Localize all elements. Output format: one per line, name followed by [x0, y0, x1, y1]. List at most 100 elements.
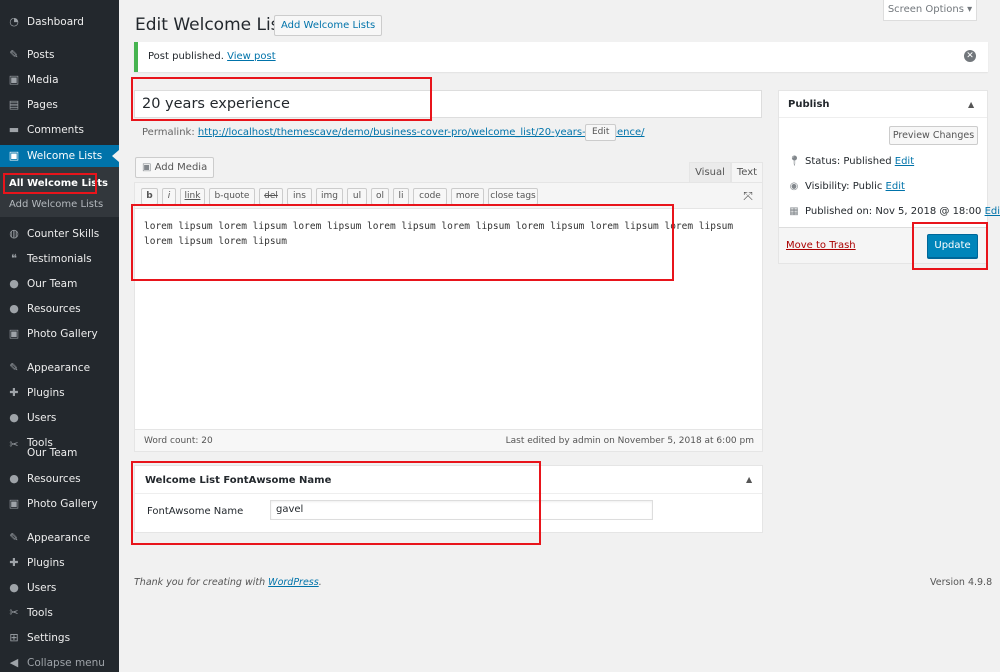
publish-actions: Move to Trash Update — [779, 227, 987, 263]
qt-more-button[interactable]: more — [451, 188, 484, 205]
appearance-icon: ✎ — [9, 531, 19, 544]
published-edit-link[interactable]: Edit — [985, 206, 1000, 217]
menu-users[interactable]: ● Users — [0, 407, 119, 429]
visibility-value: Public — [852, 181, 883, 192]
editor-content-textarea[interactable]: lorem lipsum lorem lipsum lorem lipsum l… — [144, 219, 754, 249]
visibility-row: ◉ Visibility: Public Edit — [788, 181, 905, 192]
status-edit-link[interactable]: Edit — [895, 156, 914, 167]
users-icon: ● — [9, 411, 19, 424]
add-media-label: Add Media — [154, 162, 208, 173]
our-team-label: Our Team — [27, 447, 78, 459]
tab-text[interactable]: Text — [731, 162, 763, 183]
move-to-trash-link[interactable]: Move to Trash — [786, 240, 856, 251]
pin-icon: 📍︎ — [788, 156, 801, 167]
resources-icon: ● — [9, 472, 19, 485]
menu-our-team[interactable]: ● Our Team — [0, 273, 119, 295]
publish-box: Publish ▲ Preview Changes 📍︎ Status: Publ… — [778, 90, 1000, 264]
menu-tools-overlap[interactable]: ✂ Tools Our Team — [0, 433, 119, 459]
fontawesome-name-input[interactable]: gavel — [270, 500, 653, 520]
submenu-add-welcome-lists[interactable]: Add Welcome Lists — [9, 199, 103, 210]
metabox-header[interactable]: Welcome List FontAwsome Name ▲ — [135, 466, 762, 494]
menu-dashboard[interactable]: ◔ Dashboard — [0, 11, 119, 33]
wordpress-link[interactable]: WordPress — [268, 577, 319, 588]
menu-posts[interactable]: ✎ Posts — [0, 44, 119, 66]
qt-img-button[interactable]: img — [316, 188, 343, 205]
users-icon: ● — [9, 581, 19, 594]
add-media-button[interactable]: ▣ Add Media — [135, 157, 215, 178]
qt-code-button[interactable]: code — [413, 188, 447, 205]
fontawesome-name-label: FontAwsome Name — [147, 506, 244, 517]
metabox-title: Welcome List FontAwsome Name — [145, 475, 332, 486]
media-icon: ▣ — [8, 73, 20, 86]
quote-icon: ❝ — [11, 252, 17, 265]
qt-bold-button[interactable]: b — [141, 188, 158, 205]
menu-pages[interactable]: ▤ Pages — [0, 94, 119, 116]
toggle-arrow-icon[interactable]: ▲ — [968, 100, 974, 109]
preview-changes-button[interactable]: Preview Changes — [889, 126, 978, 145]
status-value: Published — [843, 156, 892, 167]
menu-photo-gallery[interactable]: ▣ Photo Gallery — [0, 323, 119, 345]
menu-resources-2[interactable]: ● Resources — [0, 468, 119, 490]
collapse-icon: ◀ — [9, 656, 19, 669]
dismiss-icon[interactable]: ✕ — [964, 50, 976, 62]
pin-icon: ✎ — [9, 48, 19, 61]
qt-link-button[interactable]: link — [180, 188, 205, 205]
submenu-all-welcome-lists[interactable]: All Welcome Lists — [9, 178, 108, 189]
qt-close-tags-button[interactable]: close tags — [488, 188, 538, 205]
settings-icon: ⊞ — [9, 631, 19, 644]
comments-icon: ▬ — [8, 123, 20, 136]
last-edited: Last edited by admin on November 5, 2018… — [505, 436, 754, 446]
notice-text: Post published. — [148, 51, 224, 62]
update-button[interactable]: Update — [927, 234, 978, 258]
view-post-link[interactable]: View post — [227, 51, 276, 62]
publish-header[interactable]: Publish ▲ — [779, 91, 987, 118]
quicktags-toolbar: b i link b-quote del ins img ul ol li co… — [135, 183, 762, 209]
media-icon: ▣ — [142, 162, 152, 173]
add-welcome-list-button[interactable]: Add Welcome Lists — [274, 15, 383, 36]
tab-visual[interactable]: Visual — [689, 162, 731, 182]
qt-li-button[interactable]: li — [393, 188, 409, 205]
plugins-icon: ✚ — [9, 386, 19, 399]
menu-appearance-2[interactable]: ✎ Appearance — [0, 527, 119, 549]
editor-status-bar: Word count: 20 Last edited by admin on N… — [135, 429, 762, 451]
menu-appearance[interactable]: ✎ Appearance — [0, 357, 119, 379]
published-label: Published on: — [805, 206, 873, 217]
tools-icon: ✂ — [9, 606, 19, 619]
text-editor: b i link b-quote del ins img ul ol li co… — [134, 182, 763, 452]
qt-italic-button[interactable]: i — [162, 188, 176, 205]
fontawesome-metabox: Welcome List FontAwsome Name ▲ FontAwsom… — [134, 465, 763, 533]
menu-tools[interactable]: ✂ Tools — [0, 602, 119, 624]
dashboard-icon: ◔ — [9, 15, 19, 28]
menu-testimonials[interactable]: ❝ Testimonials — [0, 248, 119, 270]
page-title: Edit Welcome List — [135, 15, 287, 35]
menu-counter-skills[interactable]: ◍ Counter Skills — [0, 223, 119, 245]
menu-settings[interactable]: ⊞ Settings — [0, 627, 119, 649]
qt-ol-button[interactable]: ol — [371, 188, 389, 205]
menu-users-2[interactable]: ● Users — [0, 577, 119, 599]
qt-ul-button[interactable]: ul — [347, 188, 367, 205]
menu-resources[interactable]: ● Resources — [0, 298, 119, 320]
eye-icon: ◉ — [789, 181, 799, 192]
qt-ins-button[interactable]: ins — [287, 188, 312, 205]
footer-thanks-prefix: Thank you for creating with — [134, 577, 266, 588]
permalink-url[interactable]: http://localhost/themescave/demo/busines… — [198, 127, 645, 138]
qt-bquote-button[interactable]: b-quote — [209, 188, 255, 205]
screen-options-button[interactable]: Screen Options ▾ — [883, 0, 977, 21]
permalink-edit-button[interactable]: Edit — [585, 124, 617, 141]
visibility-edit-link[interactable]: Edit — [886, 181, 905, 192]
menu-media[interactable]: ▣ Media — [0, 69, 119, 91]
collapse-menu-button[interactable]: ◀ Collapse menu — [0, 652, 119, 672]
qt-del-button[interactable]: del — [259, 188, 283, 205]
permalink-label: Permalink: — [142, 127, 195, 138]
word-count: Word count: 20 — [144, 436, 213, 446]
footer-thanks: Thank you for creating with WordPress. — [134, 577, 322, 588]
toggle-arrow-icon[interactable]: ▲ — [746, 475, 752, 484]
post-title-input[interactable]: 20 years experience — [134, 90, 762, 118]
fullscreen-icon[interactable]: ⤧ — [741, 189, 755, 203]
menu-plugins-2[interactable]: ✚ Plugins — [0, 552, 119, 574]
menu-welcome-lists[interactable]: ▣ Welcome Lists — [0, 145, 119, 167]
permalink: Permalink: http://localhost/themescave/d… — [142, 127, 645, 138]
menu-photo-gallery-2[interactable]: ▣ Photo Gallery — [0, 493, 119, 515]
menu-plugins[interactable]: ✚ Plugins — [0, 382, 119, 404]
menu-comments[interactable]: ▬ Comments — [0, 119, 119, 141]
